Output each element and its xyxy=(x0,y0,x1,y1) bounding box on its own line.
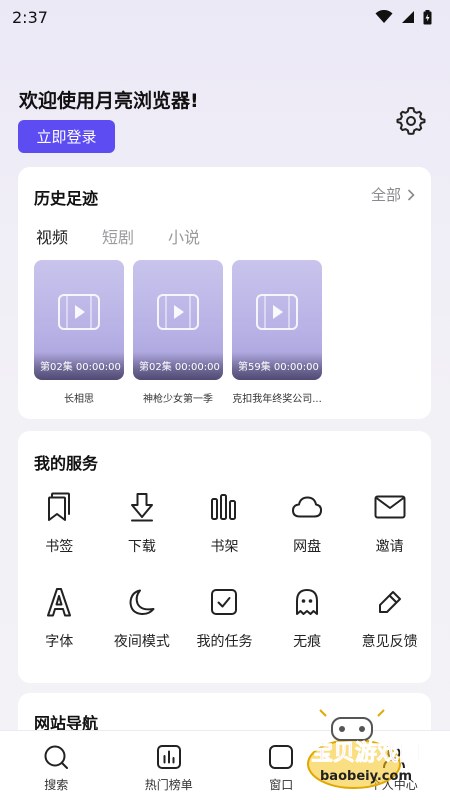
service-font[interactable]: 字体 xyxy=(18,586,101,681)
video-thumbnail: 第02集 00:00:00 xyxy=(34,260,124,380)
nav-hot-ranking[interactable]: 热门榜单 xyxy=(124,731,214,800)
video-play-icon xyxy=(157,294,199,330)
video-play-icon xyxy=(256,294,298,330)
history-card: 历史足迹 全部 视频 短剧 小说 第02集 00:00:00 长相思 第02集 … xyxy=(18,167,431,419)
history-item[interactable]: 第59集 00:00:00 克扣我年终奖公司... xyxy=(232,260,322,405)
nav-label: 热门榜单 xyxy=(144,778,193,792)
login-button[interactable]: 立即登录 xyxy=(18,120,115,153)
status-time: 2:37 xyxy=(12,7,48,27)
service-label: 我的任务 xyxy=(196,634,253,650)
history-list: 第02集 00:00:00 长相思 第02集 00:00:00 神枪少女第一季 xyxy=(34,260,322,405)
nav-label: 窗口 xyxy=(269,778,294,792)
ghost-icon xyxy=(296,589,319,615)
cloud-icon xyxy=(292,496,323,518)
tab-short-drama[interactable]: 短剧 xyxy=(102,224,134,248)
bookmark-icon xyxy=(48,492,71,521)
episode-progress: 第59集 00:00:00 xyxy=(238,362,319,373)
service-my-tasks[interactable]: 我的任务 xyxy=(183,586,266,681)
history-item[interactable]: 第02集 00:00:00 神枪少女第一季 xyxy=(133,260,223,405)
watermark-title: 宝贝游戏网 xyxy=(311,740,421,766)
service-label: 下载 xyxy=(127,539,156,555)
mail-icon xyxy=(374,495,406,519)
nav-search[interactable]: 搜索 xyxy=(11,731,101,800)
edit-pen-icon xyxy=(378,591,401,613)
video-title: 神枪少女第一季 xyxy=(143,394,213,405)
service-download[interactable]: 下载 xyxy=(101,491,184,586)
tab-novel[interactable]: 小说 xyxy=(168,224,200,248)
history-see-all[interactable]: 全部 xyxy=(371,184,415,205)
nav-label: 搜索 xyxy=(44,778,69,792)
service-label: 意见反馈 xyxy=(361,634,418,650)
video-play-icon xyxy=(58,294,100,330)
service-feedback[interactable]: 意见反馈 xyxy=(348,586,431,681)
services-grid: 书签 下载 书架 网盘 邀请 字体 夜间模式 我的任务 无痕 意见反馈 xyxy=(18,491,431,681)
service-label: 邀请 xyxy=(375,539,404,555)
battery-icon xyxy=(423,9,432,24)
cellular-signal-icon xyxy=(402,11,414,23)
chevron-right-icon xyxy=(407,188,415,201)
episode-progress: 第02集 00:00:00 xyxy=(139,362,220,373)
history-item[interactable]: 第02集 00:00:00 长相思 xyxy=(34,260,124,405)
welcome-title: 欢迎使用月亮浏览器! xyxy=(19,90,199,112)
moon-icon xyxy=(129,589,155,616)
video-thumbnail: 第02集 00:00:00 xyxy=(133,260,223,380)
wifi-icon xyxy=(375,10,393,23)
video-title: 长相思 xyxy=(64,394,94,405)
bookshelf-icon xyxy=(211,494,237,520)
font-icon xyxy=(47,588,72,617)
service-incognito[interactable]: 无痕 xyxy=(266,586,349,681)
services-title: 我的服务 xyxy=(34,454,99,473)
service-label: 书架 xyxy=(210,539,239,555)
service-label: 夜间模式 xyxy=(113,634,170,650)
settings-button[interactable] xyxy=(396,106,426,136)
history-tabs: 视频 短剧 小说 xyxy=(36,224,200,248)
service-label: 网盘 xyxy=(293,539,322,555)
tab-video[interactable]: 视频 xyxy=(36,224,68,248)
service-invite[interactable]: 邀请 xyxy=(348,491,431,586)
search-icon xyxy=(44,745,69,769)
window-icon xyxy=(269,745,294,769)
service-label: 无痕 xyxy=(293,634,322,650)
history-title: 历史足迹 xyxy=(34,189,99,208)
service-label: 字体 xyxy=(45,634,74,650)
service-night-mode[interactable]: 夜间模式 xyxy=(101,586,184,681)
task-check-icon xyxy=(211,589,238,615)
status-bar: 2:37 xyxy=(0,0,450,34)
status-icons xyxy=(375,9,432,25)
service-label: 书签 xyxy=(45,539,74,555)
services-card: 我的服务 书签 下载 书架 网盘 邀请 字体 夜间模式 我的任务 无痕 意见反馈 xyxy=(18,431,431,683)
video-thumbnail: 第59集 00:00:00 xyxy=(232,260,322,380)
chart-icon xyxy=(156,745,181,769)
watermark-url: baobeiy.com xyxy=(320,769,412,784)
see-all-label: 全部 xyxy=(370,186,401,204)
service-bookmark[interactable]: 书签 xyxy=(18,491,101,586)
gear-icon xyxy=(396,107,426,135)
download-icon xyxy=(130,493,153,522)
service-bookshelf[interactable]: 书架 xyxy=(183,491,266,586)
watermark-logo: 宝贝游戏网 baobeiy.com xyxy=(307,709,421,789)
service-cloud-drive[interactable]: 网盘 xyxy=(266,491,349,586)
video-title: 克扣我年终奖公司... xyxy=(232,394,322,405)
episode-progress: 第02集 00:00:00 xyxy=(40,362,121,373)
